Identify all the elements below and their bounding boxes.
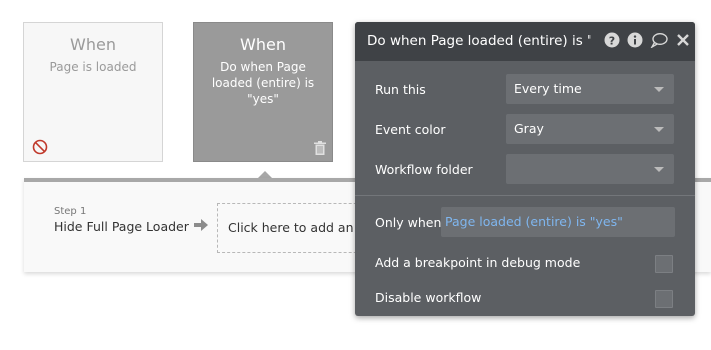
step-number: Step 1 bbox=[54, 206, 87, 217]
disable-workflow-label: Disable workflow bbox=[375, 290, 482, 305]
event-color-label: Event color bbox=[375, 122, 446, 137]
panel-divider bbox=[355, 195, 695, 196]
selected-card-pointer bbox=[258, 171, 272, 178]
card-when-label: When bbox=[70, 35, 116, 54]
card-description: Page is loaded bbox=[49, 60, 137, 74]
arrow-right-icon bbox=[194, 219, 208, 231]
close-icon[interactable] bbox=[675, 32, 691, 48]
event-card-page-loaded[interactable]: When Page is loaded bbox=[23, 22, 163, 162]
card-when-label: When bbox=[240, 35, 286, 54]
chevron-down-icon bbox=[654, 167, 664, 172]
card-description: Do when Page loaded (entire) is "yes" bbox=[211, 60, 315, 106]
run-this-row: Run this Every time bbox=[355, 74, 695, 114]
breakpoint-row: Add a breakpoint in debug mode bbox=[355, 246, 695, 281]
add-action-button[interactable]: Click here to add an action... bbox=[217, 203, 377, 253]
panel-header: Do when Page loaded (entire) is "yes" ? bbox=[355, 22, 695, 61]
help-icon[interactable]: ? bbox=[604, 32, 620, 48]
workflow-property-editor: Do when Page loaded (entire) is "yes" ? bbox=[355, 22, 695, 316]
step-1[interactable]: Step 1 Hide Full Page Loader bbox=[54, 206, 189, 234]
workflow-folder-label: Workflow folder bbox=[375, 162, 473, 177]
run-this-value: Every time bbox=[514, 81, 582, 96]
run-this-label: Run this bbox=[375, 82, 426, 97]
comment-icon[interactable] bbox=[650, 32, 668, 48]
event-color-value: Gray bbox=[514, 121, 544, 136]
step-title: Hide Full Page Loader bbox=[54, 219, 189, 234]
event-color-row: Event color Gray bbox=[355, 114, 695, 154]
disabled-icon bbox=[32, 139, 48, 155]
event-color-select[interactable]: Gray bbox=[506, 114, 674, 144]
svg-text:?: ? bbox=[609, 34, 615, 47]
only-when-condition-input[interactable]: Page loaded (entire) is "yes" bbox=[441, 207, 675, 237]
disable-workflow-row: Disable workflow bbox=[355, 281, 695, 316]
panel-title: Do when Page loaded (entire) is "yes" bbox=[367, 33, 591, 49]
info-icon[interactable] bbox=[627, 32, 643, 48]
chevron-down-icon bbox=[654, 127, 664, 132]
chevron-down-icon bbox=[654, 87, 664, 92]
only-when-row: Only when Page loaded (entire) is "yes" bbox=[355, 207, 695, 238]
breakpoint-checkbox[interactable] bbox=[655, 255, 673, 273]
workflow-folder-select[interactable] bbox=[506, 154, 674, 184]
trash-icon[interactable] bbox=[314, 141, 326, 155]
workflow-folder-row: Workflow folder bbox=[355, 154, 695, 194]
run-this-select[interactable]: Every time bbox=[506, 74, 674, 104]
disable-workflow-checkbox[interactable] bbox=[655, 290, 673, 308]
breakpoint-label: Add a breakpoint in debug mode bbox=[375, 255, 581, 270]
only-when-label: Only when bbox=[375, 215, 442, 230]
event-card-page-loaded-entire[interactable]: When Do when Page loaded (entire) is "ye… bbox=[193, 22, 333, 162]
